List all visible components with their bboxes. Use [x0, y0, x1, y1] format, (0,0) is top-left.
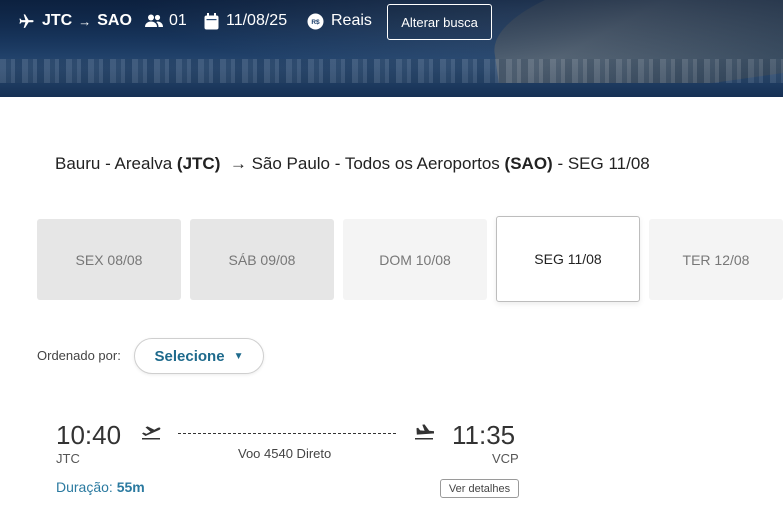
header-date: 11/08/25: [226, 12, 288, 29]
date-summary: 11/08/25: [204, 10, 287, 32]
calendar-icon: [204, 12, 219, 30]
header-origin: JTC: [42, 12, 73, 29]
date-card-label: TER 12/08: [682, 251, 750, 268]
route-summary: JTC → SAO: [18, 10, 132, 32]
date-card-label: SEX 08/08: [75, 251, 143, 268]
date-card-label: SEG 11/08: [534, 251, 602, 267]
header-arrow: →: [78, 13, 92, 29]
currency-icon: R$: [307, 13, 324, 30]
header-banner: JTC → SAO 01 11/08/25 R$ Reais Alterar b…: [0, 0, 783, 97]
flight-info: Voo 4540 Direto: [238, 446, 332, 461]
duration-value: 55m: [116, 479, 145, 495]
currency-summary: R$ Reais: [307, 10, 372, 32]
alter-search-button[interactable]: Alterar busca: [387, 4, 492, 40]
header-passengers: 01: [169, 12, 187, 29]
route-origin-code: (JTC): [176, 154, 221, 173]
route-destination-city: São Paulo - Todos os Aeroportos: [251, 154, 500, 173]
route-date: - SEG 11/08: [557, 154, 650, 173]
route-destination-code: (SAO): [504, 154, 553, 173]
depart-code: JTC: [56, 451, 80, 466]
arrive-time: 11:35: [452, 420, 516, 450]
date-card-dom[interactable]: DOM 10/08: [343, 219, 487, 300]
date-card-sex[interactable]: SEX 08/08: [37, 219, 181, 300]
airplane-icon: [18, 13, 35, 30]
header-destination: SAO: [97, 12, 132, 29]
arrive-code: VCP: [492, 451, 519, 466]
date-card-ter[interactable]: TER 12/08: [649, 219, 783, 300]
details-button[interactable]: Ver detalhes: [440, 479, 519, 498]
caret-down-icon: ▼: [233, 350, 244, 362]
depart-time: 10:40: [56, 420, 122, 450]
people-icon: [145, 14, 163, 28]
sort-select[interactable]: Selecione ▼: [134, 338, 264, 374]
route-arrow: →: [229, 154, 247, 173]
flight-duration: Duração: 55m: [56, 479, 145, 495]
date-card-label: SÁB 09/08: [228, 251, 296, 268]
sort-label: Ordenado por:: [37, 348, 121, 363]
date-card-sab[interactable]: SÁB 09/08: [190, 219, 334, 300]
landing-icon: [414, 424, 436, 445]
takeoff-icon: [141, 424, 161, 445]
route-title: Bauru - Arealva (JTC) → São Paulo - Todo…: [55, 154, 650, 174]
route-origin-city: Bauru - Arealva: [55, 154, 173, 173]
sort-value: Selecione: [154, 347, 225, 365]
date-card-label: DOM 10/08: [379, 251, 451, 268]
route-line: [178, 433, 396, 434]
passengers-summary: 01: [145, 10, 187, 32]
svg-text:R$: R$: [311, 19, 320, 26]
duration-label: Duração:: [56, 479, 113, 495]
date-card-seg-selected[interactable]: SEG 11/08: [496, 216, 640, 302]
header-currency: Reais: [331, 12, 372, 29]
